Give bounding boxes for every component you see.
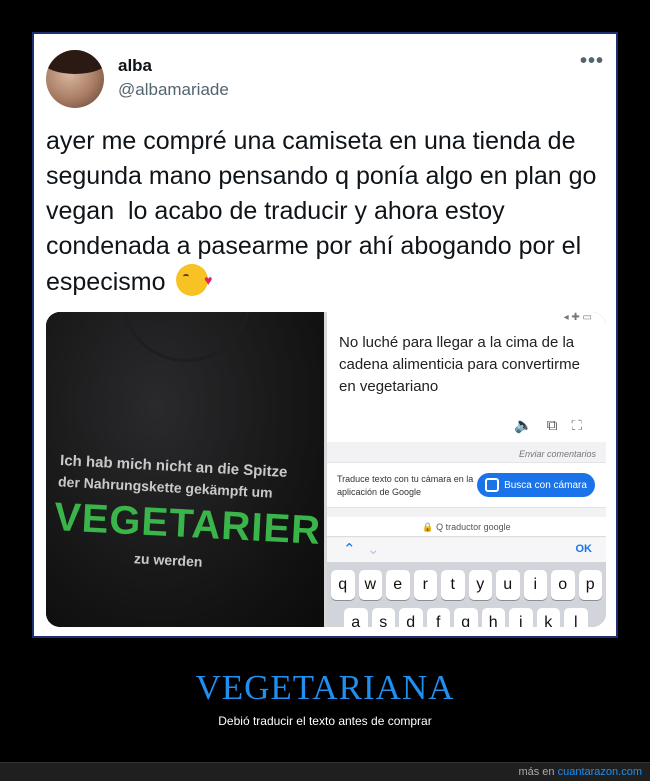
camera-promo: Traduce texto con tu cámara en la aplica… bbox=[327, 462, 606, 508]
tweet-text: ayer me compré una camiseta en una tiend… bbox=[46, 124, 606, 300]
key[interactable]: d bbox=[399, 608, 423, 627]
send-feedback-link[interactable]: Enviar comentarios bbox=[519, 449, 596, 459]
avatar-hair bbox=[46, 50, 104, 74]
key[interactable]: s bbox=[371, 608, 395, 627]
browser-url-bar[interactable]: 🔒 Q traductor google bbox=[327, 517, 606, 537]
keyboard-accessory-bar: ⌃ ⌄ OK bbox=[327, 538, 606, 562]
camera-search-label: Busca con cámara bbox=[504, 479, 587, 491]
key[interactable]: i bbox=[523, 570, 547, 600]
key[interactable]: g bbox=[454, 608, 478, 627]
translation-text: No luché para llegar a la cima de la cad… bbox=[339, 334, 580, 395]
key[interactable]: p bbox=[578, 570, 602, 600]
tweet-card: alba @albamariade ••• ayer me compré una… bbox=[36, 36, 616, 636]
caption-subtitle: Debió traducir el texto antes de comprar bbox=[218, 714, 432, 728]
shirt-text-vegetarier: VEGETARIER bbox=[53, 495, 323, 553]
tshirt-photo[interactable]: Ich hab mich nicht an die Spitze der Nah… bbox=[46, 312, 324, 627]
tshirt-collar bbox=[121, 312, 251, 362]
footer-prefix: más en bbox=[518, 766, 555, 778]
key[interactable]: e bbox=[386, 570, 410, 600]
key[interactable]: t bbox=[441, 570, 465, 600]
key[interactable]: o bbox=[551, 570, 575, 600]
key[interactable]: l bbox=[564, 608, 588, 627]
camera-promo-text: Traduce texto con tu cámara en la aplica… bbox=[337, 474, 474, 497]
caption-title: VEGETARIANA bbox=[195, 668, 455, 707]
speaker-icon[interactable]: 🔈 bbox=[514, 417, 547, 434]
key[interactable]: u bbox=[496, 570, 520, 600]
footer-site-link[interactable]: cuantarazon.com bbox=[558, 766, 642, 778]
key[interactable]: q bbox=[331, 570, 355, 600]
tweet-author-name[interactable]: alba bbox=[118, 56, 152, 76]
key[interactable]: w bbox=[358, 570, 382, 600]
onscreen-keyboard: q w e r t y u i o p a s d f g h j k l bbox=[327, 562, 606, 627]
post-frame: alba @albamariade ••• ayer me compré una… bbox=[32, 32, 618, 638]
footer-text: más en cuantarazon.com bbox=[518, 766, 642, 778]
key[interactable]: f bbox=[426, 608, 450, 627]
key[interactable]: h bbox=[481, 608, 505, 627]
translator-top-icons: ◂ ✚ ▭ bbox=[327, 312, 606, 326]
keyboard-ok-button[interactable]: OK bbox=[576, 543, 593, 555]
translation-actions: 🔈⧉⛶ bbox=[514, 416, 596, 434]
chevron-up-icon[interactable]: ⌃ bbox=[343, 540, 356, 558]
kissing-face-emoji-icon bbox=[176, 263, 212, 298]
shirt-text-line-3: zu werden bbox=[133, 550, 203, 570]
keyboard-row-2: a s d f g h j k l bbox=[344, 608, 588, 627]
key[interactable]: r bbox=[413, 570, 437, 600]
more-options-icon[interactable]: ••• bbox=[580, 50, 604, 73]
keyboard-row-1: q w e r t y u i o p bbox=[331, 570, 602, 600]
tweet-media[interactable]: Ich hab mich nicht an die Spitze der Nah… bbox=[46, 312, 606, 627]
key[interactable]: y bbox=[468, 570, 492, 600]
copy-icon[interactable]: ⧉ bbox=[547, 417, 572, 434]
camera-icon bbox=[485, 478, 500, 492]
tweet-body: ayer me compré una camiseta en una tiend… bbox=[46, 127, 604, 296]
footer-bar: más en cuantarazon.com bbox=[0, 762, 650, 781]
key[interactable]: k bbox=[536, 608, 560, 627]
key[interactable]: j bbox=[509, 608, 533, 627]
camera-search-button[interactable]: Busca con cámara bbox=[477, 473, 595, 497]
avatar[interactable] bbox=[46, 50, 104, 108]
translator-screenshot[interactable]: ◂ ✚ ▭ No luché para llegar a la cima de … bbox=[324, 312, 606, 627]
translation-box: No luché para llegar a la cima de la cad… bbox=[327, 326, 606, 442]
tweet-author-handle[interactable]: @albamariade bbox=[118, 80, 229, 100]
key[interactable]: a bbox=[344, 608, 368, 627]
chevron-down-icon[interactable]: ⌄ bbox=[367, 540, 380, 558]
fullscreen-icon[interactable]: ⛶ bbox=[571, 417, 596, 434]
